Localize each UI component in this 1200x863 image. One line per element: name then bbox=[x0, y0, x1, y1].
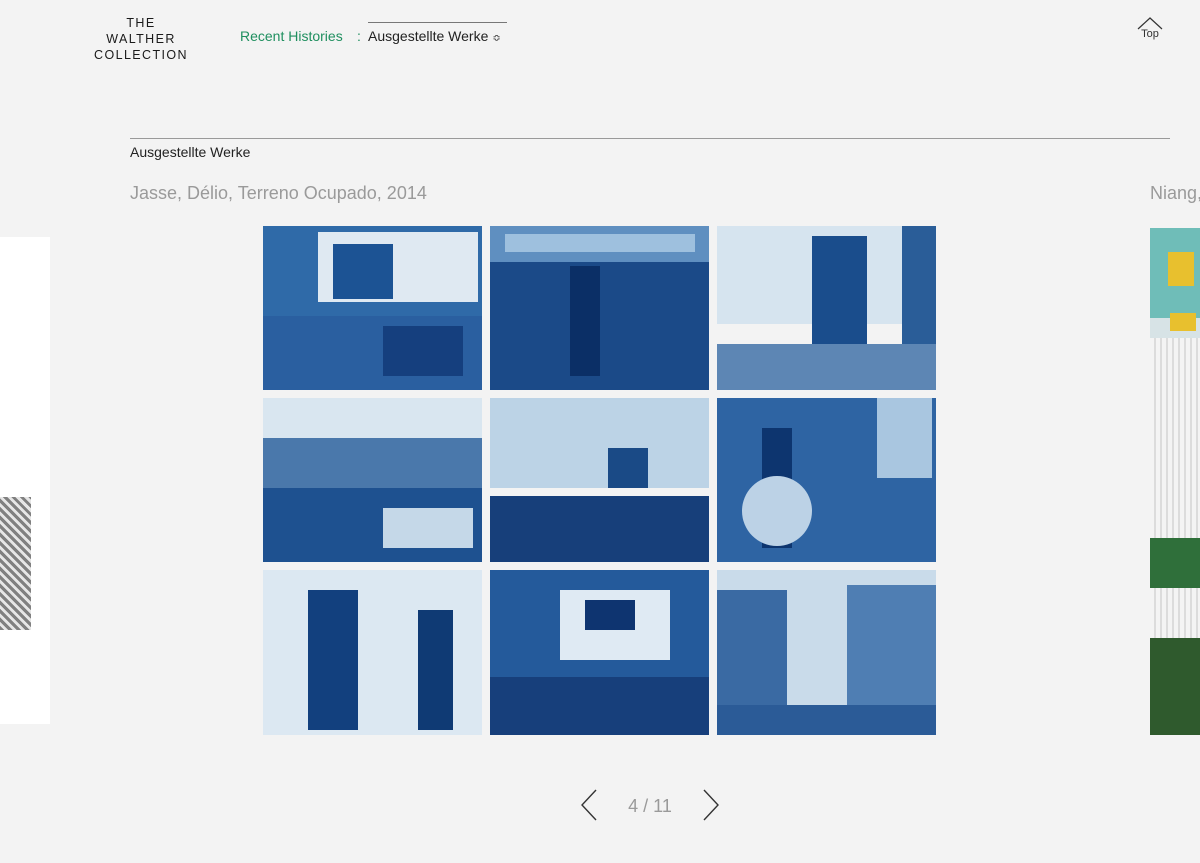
previous-button[interactable] bbox=[580, 788, 598, 827]
next-artwork-sign bbox=[1150, 538, 1200, 588]
artwork-tile-hillside bbox=[263, 398, 482, 562]
next-work-caption: Niang, bbox=[1150, 183, 1200, 203]
next-artwork-base bbox=[1150, 638, 1200, 735]
logo-line1: THE bbox=[126, 16, 156, 30]
page-counter: 4 / 11 bbox=[628, 796, 672, 816]
next-artwork-window bbox=[1168, 252, 1194, 286]
section-select-value: Ausgestellte Werke bbox=[368, 28, 489, 44]
logo-line2: WALTHER COLLECTION bbox=[94, 32, 188, 62]
select-arrows-icon: ≎ bbox=[492, 33, 501, 44]
artwork-tile-colonial-street bbox=[717, 570, 936, 735]
section-title: Ausgestellte Werke bbox=[130, 144, 251, 160]
artwork-tile-storefront bbox=[490, 226, 709, 390]
artwork-tile-billboard bbox=[263, 226, 482, 390]
next-artwork-window bbox=[1170, 313, 1196, 331]
previous-artwork-image[interactable] bbox=[0, 237, 50, 724]
breadcrumb: Recent Histories : bbox=[240, 28, 361, 44]
artwork-tile-market bbox=[263, 570, 482, 735]
chevron-left-icon bbox=[581, 789, 597, 821]
breadcrumb-link-recent-histories[interactable]: Recent Histories bbox=[240, 28, 343, 44]
logo[interactable]: THE WALTHER COLLECTION bbox=[60, 15, 222, 63]
pagination: 4 / 11 bbox=[580, 788, 720, 824]
artwork-image-grid[interactable] bbox=[263, 226, 936, 735]
artwork-tile-highway bbox=[490, 398, 709, 562]
section-select[interactable]: Ausgestellte Werke ≎ bbox=[368, 22, 507, 44]
section-divider bbox=[130, 138, 1170, 139]
chevron-right-icon bbox=[703, 789, 719, 821]
top-label: Top bbox=[1141, 28, 1159, 40]
next-artwork-image[interactable] bbox=[1150, 228, 1200, 735]
next-artwork-shed bbox=[1150, 338, 1200, 638]
breadcrumb-separator: : bbox=[357, 28, 361, 44]
artwork-tile-street-figures bbox=[717, 398, 936, 562]
next-button[interactable] bbox=[702, 788, 720, 827]
back-to-top-button[interactable]: Top bbox=[1136, 16, 1164, 40]
work-caption: Jasse, Délio, Terreno Ocupado, 2014 bbox=[130, 183, 427, 203]
previous-artwork-detail bbox=[0, 497, 31, 630]
artwork-tile-horse-billboard bbox=[490, 570, 709, 735]
artwork-tile-city-towers bbox=[717, 226, 936, 390]
